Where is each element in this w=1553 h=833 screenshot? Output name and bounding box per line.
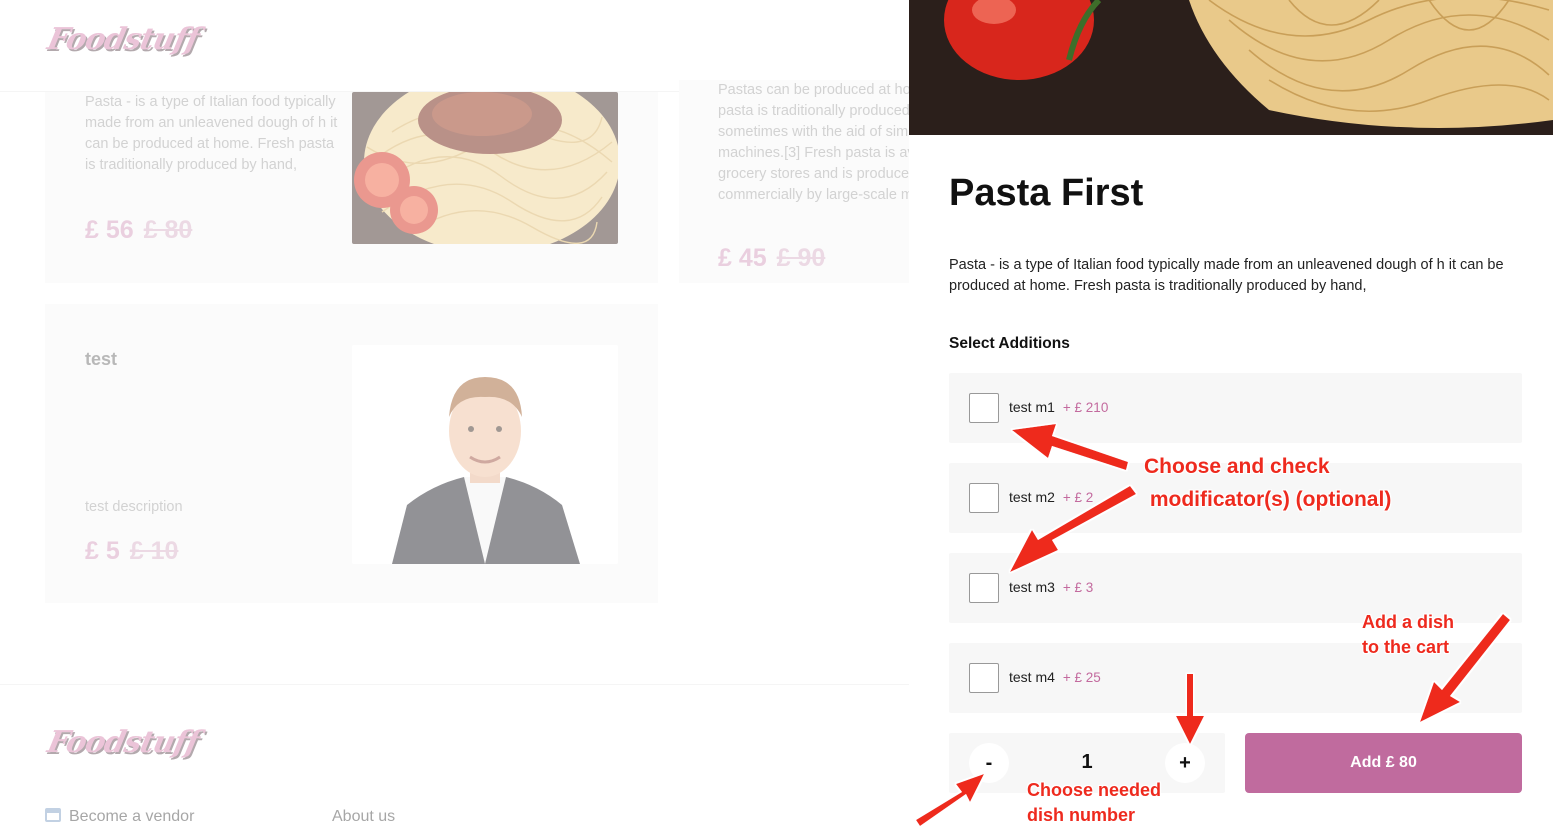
modifier-checkbox[interactable]	[969, 483, 999, 513]
dish-hero-image	[909, 0, 1553, 135]
modifier-price: + £ 25	[1062, 670, 1101, 685]
modifier-row-3[interactable]: test m3 + £ 3	[949, 553, 1522, 623]
quantity-value: 1	[1081, 751, 1093, 773]
modifier-price: + £ 3	[1062, 580, 1094, 595]
modifier-row-2[interactable]: test m2 + £ 2	[949, 463, 1522, 533]
increase-quantity-button[interactable]: +	[1165, 743, 1205, 783]
modifier-checkbox[interactable]	[969, 573, 999, 603]
modifier-label: test m1 + £ 210	[1009, 399, 1109, 415]
modifier-row-1[interactable]: test m1 + £ 210	[949, 373, 1522, 443]
modifier-price: + £ 2	[1062, 490, 1094, 505]
quantity-stepper: - 1 +	[949, 733, 1225, 793]
modifier-label: test m2 + £ 2	[1009, 489, 1094, 505]
dish-description: Pasta - is a type of Italian food typica…	[949, 257, 1504, 294]
modifier-label: test m3 + £ 3	[1009, 579, 1094, 595]
select-additions-label: Select Additions	[949, 335, 1070, 352]
add-to-cart-button[interactable]: Add £ 80	[1245, 733, 1522, 793]
modal-overlay[interactable]	[0, 0, 909, 833]
decrease-quantity-button[interactable]: -	[969, 743, 1009, 783]
modifier-checkbox[interactable]	[969, 663, 999, 693]
dish-title: Pasta First	[949, 172, 1144, 214]
modifier-label: test m4 + £ 25	[1009, 669, 1101, 685]
modifier-row-4[interactable]: test m4 + £ 25	[949, 643, 1522, 713]
dish-detail-panel: Pasta First Pasta - is a type of Italian…	[909, 0, 1553, 833]
modifier-price: + £ 210	[1062, 400, 1109, 415]
modifier-checkbox[interactable]	[969, 393, 999, 423]
